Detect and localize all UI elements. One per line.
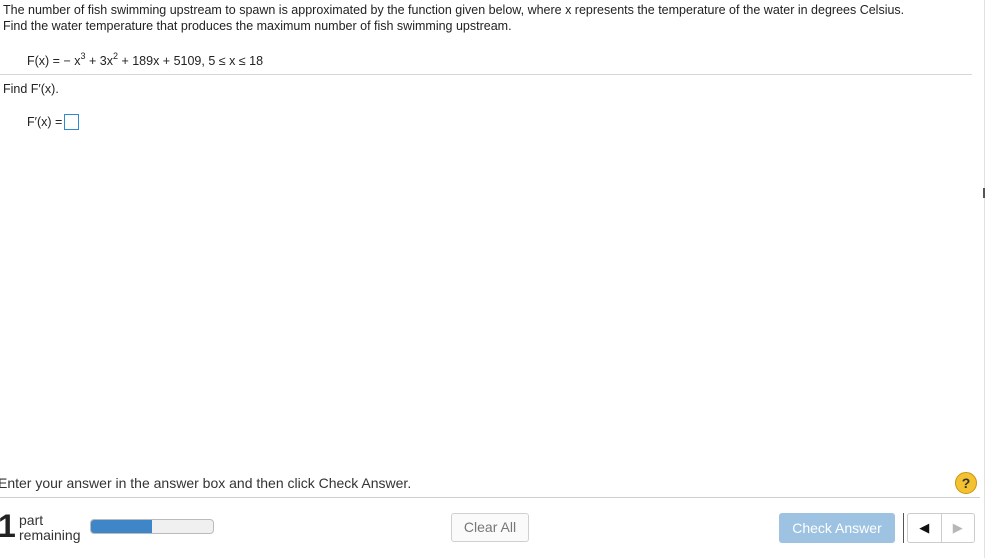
answer-prefix: F′(x) =: [27, 115, 63, 129]
find-derivative-label: Find F′(x).: [3, 82, 59, 96]
parts-word-part: part: [19, 512, 44, 528]
previous-question-button[interactable]: ◀: [908, 514, 942, 542]
progress-bar: [90, 519, 214, 534]
formula-part-2: + 3x: [85, 54, 113, 69]
formula-exponent-1: 3: [80, 51, 86, 61]
next-question-button[interactable]: ▶: [942, 514, 975, 542]
parts-remaining-count: 1: [0, 508, 16, 544]
instruction-text: Enter your answer in the answer box and …: [0, 475, 412, 491]
clear-all-button[interactable]: Clear All: [451, 513, 529, 542]
footer-divider: [0, 497, 980, 498]
problem-statement: The number of fish swimming upstream to …: [3, 2, 963, 34]
previous-arrow-icon: ◀: [919, 520, 930, 535]
progress-bar-fill: [91, 520, 152, 533]
answer-input-box[interactable]: [64, 114, 80, 130]
problem-line-1: The number of fish swimming upstream to …: [3, 3, 905, 17]
parts-remaining-label: part remaining: [19, 513, 80, 543]
problem-line-2: Find the water temperature that produces…: [3, 19, 512, 33]
next-arrow-icon: ▶: [952, 520, 963, 535]
formula-exponent-2: 2: [112, 51, 118, 61]
formula-part-1: F(x) = − x: [27, 54, 81, 69]
question-navigation: ◀ ▶: [907, 513, 975, 543]
check-answer-button[interactable]: Check Answer: [779, 513, 895, 543]
question-divider: [0, 74, 972, 75]
parts-word-remaining: remaining: [19, 527, 81, 543]
function-formula: F(x) = − x3 + 3x2 + 189x + 5109, 5 ≤ x ≤…: [27, 51, 264, 69]
nav-separator: [903, 513, 904, 543]
answer-row: F′(x) =: [27, 114, 80, 130]
formula-part-3: + 189x + 5109, 5 ≤ x ≤ 18: [117, 54, 264, 69]
help-button[interactable]: ?: [955, 472, 977, 494]
